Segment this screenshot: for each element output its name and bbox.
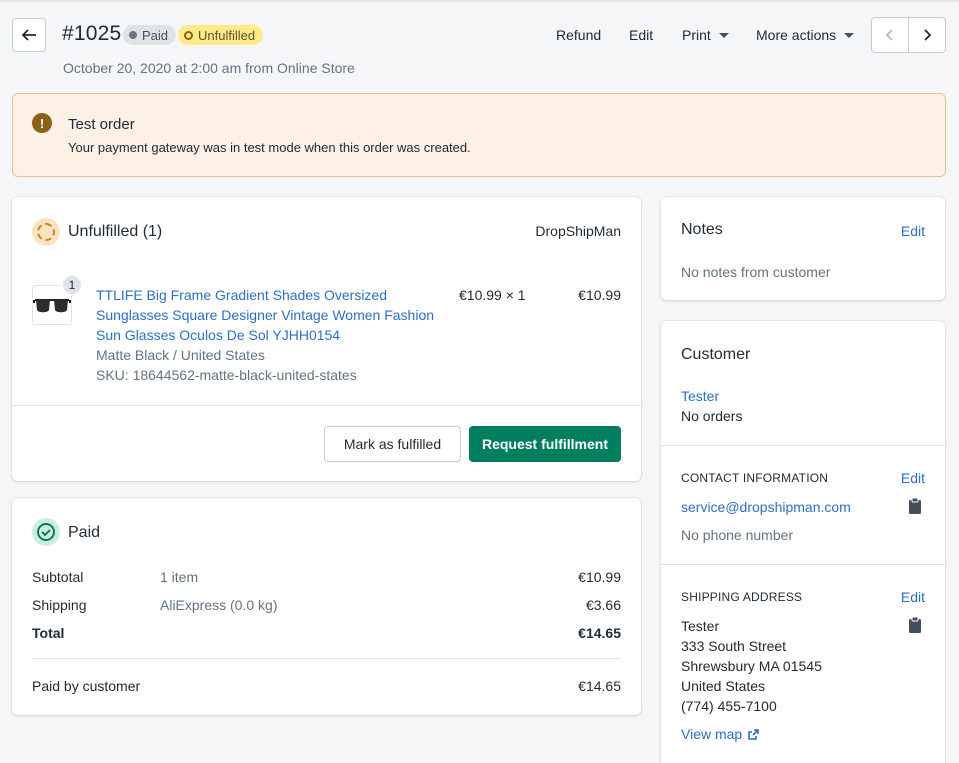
caret-down-icon bbox=[718, 32, 729, 38]
external-link-icon bbox=[748, 728, 760, 740]
contact-edit-link[interactable]: Edit bbox=[901, 470, 925, 486]
line-total: €10.99 bbox=[578, 287, 621, 303]
product-sku: SKU: 18644562-matte-black-united-states bbox=[96, 367, 357, 383]
vendor-name: DropShipMan bbox=[535, 223, 621, 239]
quantity-badge: 1 bbox=[61, 274, 83, 296]
fulfillment-title: Unfulfilled (1) bbox=[68, 223, 163, 240]
paid-badge-label: Paid bbox=[142, 27, 169, 43]
refund-label: Refund bbox=[556, 27, 602, 43]
more-actions-label: More actions bbox=[756, 27, 837, 43]
banner-title: Test order bbox=[68, 116, 135, 133]
top-divider bbox=[0, 0, 959, 2]
mark-as-fulfilled-button[interactable]: Mark as fulfilled bbox=[324, 426, 461, 462]
ring-icon bbox=[184, 30, 193, 40]
customer-name-link[interactable]: Tester bbox=[681, 388, 719, 404]
view-map-label: View map bbox=[681, 726, 743, 742]
address-line: United States bbox=[681, 678, 766, 694]
address-line: (774) 455-7100 bbox=[681, 698, 777, 714]
chevron-right-icon bbox=[924, 29, 932, 41]
unfulfilled-status-badge: Unfulfilled bbox=[178, 25, 264, 45]
notes-empty: No notes from customer bbox=[681, 264, 831, 280]
warning-icon: ! bbox=[32, 113, 52, 133]
unfulfilled-card: Unfulfilled (1) DropShipMan 1 TTLIFE Big… bbox=[12, 197, 641, 481]
row-amount: €14.65 bbox=[578, 678, 621, 694]
edit-button[interactable]: Edit bbox=[629, 27, 653, 43]
address-line: 333 South Street bbox=[681, 638, 787, 654]
customer-orders: No orders bbox=[681, 408, 743, 424]
phone-number: No phone number bbox=[681, 527, 794, 543]
product-variant: Matte Black / United States bbox=[96, 347, 265, 363]
check-circle-icon bbox=[32, 518, 60, 546]
payment-divider bbox=[32, 658, 621, 659]
refund-button[interactable]: Refund bbox=[556, 27, 601, 43]
notes-edit-link[interactable]: Edit bbox=[901, 223, 925, 239]
banner-text: Your payment gateway was in test mode wh… bbox=[68, 140, 471, 155]
row-label: Total bbox=[32, 625, 65, 641]
customer-email-link[interactable]: service@dropshipman.com bbox=[681, 499, 851, 515]
row-amount: €14.65 bbox=[578, 625, 621, 641]
unit-price: €10.99 × 1 bbox=[459, 287, 526, 303]
row-amount: €3.66 bbox=[585, 597, 621, 613]
arrow-left-icon bbox=[21, 29, 36, 41]
order-date: October 20, 2020 at 2:00 am from Online … bbox=[63, 60, 355, 76]
payment-title: Paid bbox=[68, 524, 101, 541]
order-pager bbox=[871, 17, 946, 53]
row-label: Paid by customer bbox=[32, 678, 141, 694]
row-amount: €10.99 bbox=[578, 569, 621, 585]
print-menu-button[interactable]: Print bbox=[682, 27, 729, 43]
print-label: Print bbox=[682, 27, 711, 43]
contact-heading: CONTACT INFORMATION bbox=[681, 471, 829, 485]
chevron-left-icon bbox=[885, 29, 893, 41]
shipping-heading: SHIPPING ADDRESS bbox=[681, 590, 803, 604]
card-divider bbox=[12, 405, 641, 406]
request-fulfillment-button[interactable]: Request fulfillment bbox=[469, 426, 621, 462]
paid-status-badge: Paid bbox=[123, 25, 177, 45]
edit-label: Edit bbox=[629, 27, 654, 43]
test-order-banner: ! Test order Your payment gateway was in… bbox=[12, 93, 946, 177]
row-label: Shipping bbox=[32, 597, 87, 613]
unfulfilled-badge-label: Unfulfilled bbox=[198, 27, 256, 43]
next-order-button[interactable] bbox=[908, 18, 945, 52]
back-button[interactable] bbox=[12, 18, 46, 52]
customer-divider bbox=[661, 445, 945, 446]
notes-title: Notes bbox=[681, 221, 723, 238]
customer-title: Customer bbox=[681, 346, 751, 363]
customer-card: Customer Tester No orders CONTACT INFORM… bbox=[661, 321, 945, 763]
clipboard-icon[interactable] bbox=[909, 498, 921, 514]
payment-card: Paid Subtotal 1 item €10.99 Shipping Ali… bbox=[12, 498, 641, 715]
clipboard-icon[interactable] bbox=[909, 617, 921, 633]
contact-divider bbox=[661, 564, 945, 565]
order-number: #1025 bbox=[62, 22, 122, 45]
shipping-edit-link[interactable]: Edit bbox=[901, 589, 925, 605]
product-title-link[interactable]: TTLIFE Big Frame Gradient Shades Oversiz… bbox=[96, 285, 448, 345]
dot-icon bbox=[129, 31, 137, 39]
address-line: Tester bbox=[681, 618, 720, 634]
address-line: Shrewsbury MA 01545 bbox=[681, 658, 822, 674]
more-actions-button[interactable]: More actions bbox=[756, 27, 855, 43]
notes-card: Notes Edit No notes from customer bbox=[661, 197, 945, 300]
row-label: Subtotal bbox=[32, 569, 84, 585]
row-detail: 1 item bbox=[160, 569, 199, 585]
caret-down-icon bbox=[844, 32, 855, 38]
unfulfilled-icon bbox=[32, 218, 60, 246]
previous-order-button[interactable] bbox=[872, 18, 908, 52]
view-map-link[interactable]: View map bbox=[681, 726, 760, 742]
row-detail: AliExpress (0.0 kg) bbox=[160, 597, 278, 613]
